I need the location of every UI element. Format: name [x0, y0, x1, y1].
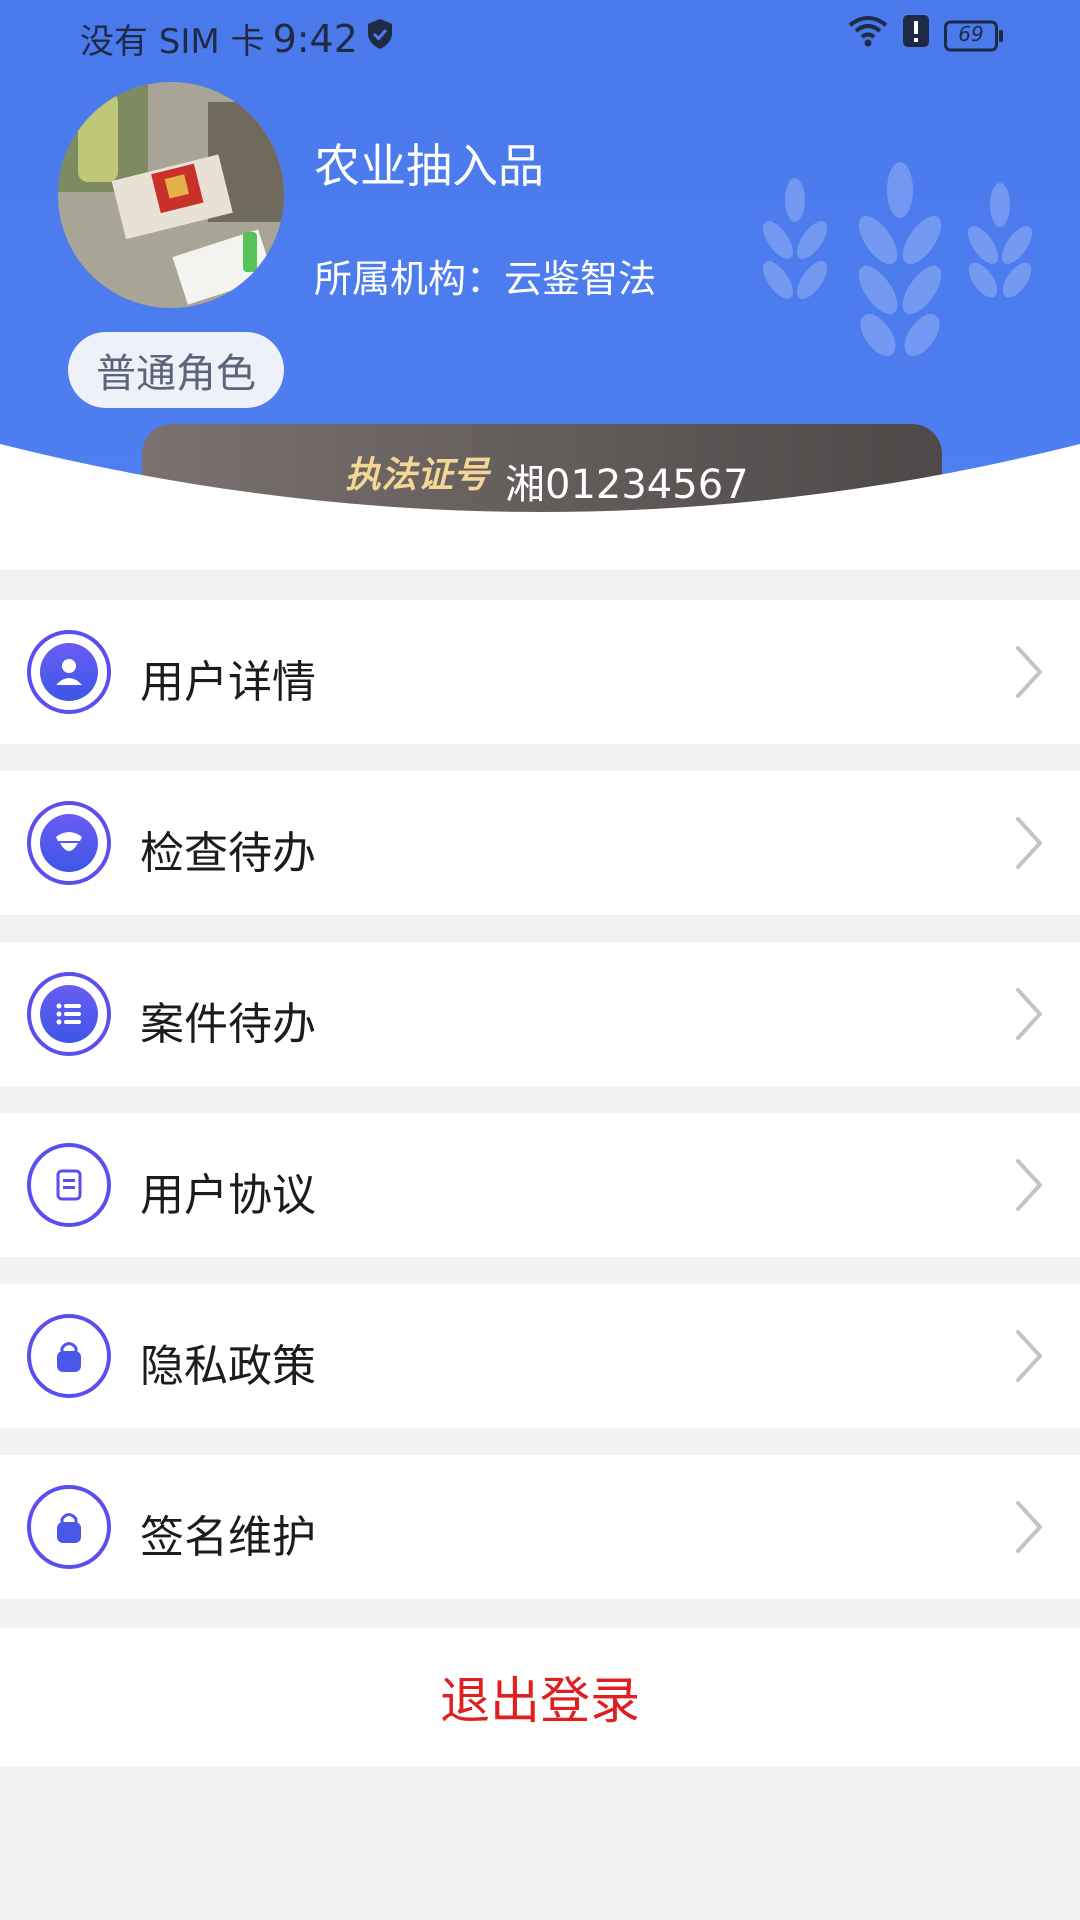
lock-icon — [27, 1314, 111, 1398]
organization-name: 云鉴智法 — [504, 257, 657, 301]
battery-level: 69 — [958, 21, 984, 46]
menu-item-signature-maintenance[interactable]: 签名维护 — [0, 1455, 1080, 1599]
menu-item-label: 案件待办 — [140, 999, 316, 1050]
status-bar: 没有 SIM 卡 9:42 69 — [0, 0, 1080, 70]
user-name: 农业抽入品 — [314, 139, 544, 193]
organization-line: 所属机构：云鉴智法 — [314, 248, 656, 303]
menu-item-user-agreement[interactable]: 用户协议 — [0, 1113, 1080, 1257]
menu-item-privacy-policy[interactable]: 隐私政策 — [0, 1284, 1080, 1428]
clock-text: 9:42 — [272, 16, 358, 61]
profile-header: 没有 SIM 卡 9:42 69 农业抽入品 所属机构：云鉴智法 普通角色 执法… — [0, 0, 1080, 540]
chevron-right-icon — [1014, 1499, 1044, 1559]
organization-label: 所属机构： — [314, 257, 505, 301]
menu-item-label: 用户协议 — [140, 1170, 316, 1221]
list-icon — [27, 972, 111, 1056]
avatar[interactable] — [58, 82, 284, 308]
menu-item-label: 签名维护 — [140, 1512, 316, 1563]
wifi-icon — [848, 15, 888, 56]
header-bottom-fill — [0, 540, 1080, 570]
header-curve — [0, 444, 1080, 540]
chevron-right-icon — [1014, 986, 1044, 1046]
lock-icon — [27, 1485, 111, 1569]
menu-item-label: 检查待办 — [140, 828, 316, 879]
user-icon — [27, 630, 111, 714]
role-badge: 普通角色 — [68, 332, 284, 408]
chevron-right-icon — [1014, 1328, 1044, 1388]
menu-item-label: 用户详情 — [140, 657, 316, 708]
shield-check-icon — [366, 18, 394, 59]
chevron-right-icon — [1014, 1157, 1044, 1217]
alert-icon — [902, 14, 930, 57]
menu-item-label: 隐私政策 — [140, 1341, 316, 1392]
logout-button[interactable]: 退出登录 — [0, 1628, 1080, 1766]
chevron-right-icon — [1014, 644, 1044, 704]
menu-item-inspection-todo[interactable]: 检查待办 — [0, 771, 1080, 915]
logout-label: 退出登录 — [440, 1672, 640, 1730]
document-icon — [27, 1143, 111, 1227]
chevron-right-icon — [1014, 815, 1044, 875]
menu-item-user-details[interactable]: 用户详情 — [0, 600, 1080, 744]
carrier-text: 没有 SIM 卡 — [80, 22, 265, 62]
menu-item-case-todo[interactable]: 案件待办 — [0, 942, 1080, 1086]
battery-icon: 69 — [944, 20, 1004, 52]
inspector-icon — [27, 801, 111, 885]
wheat-decoration-icon — [750, 160, 1050, 364]
